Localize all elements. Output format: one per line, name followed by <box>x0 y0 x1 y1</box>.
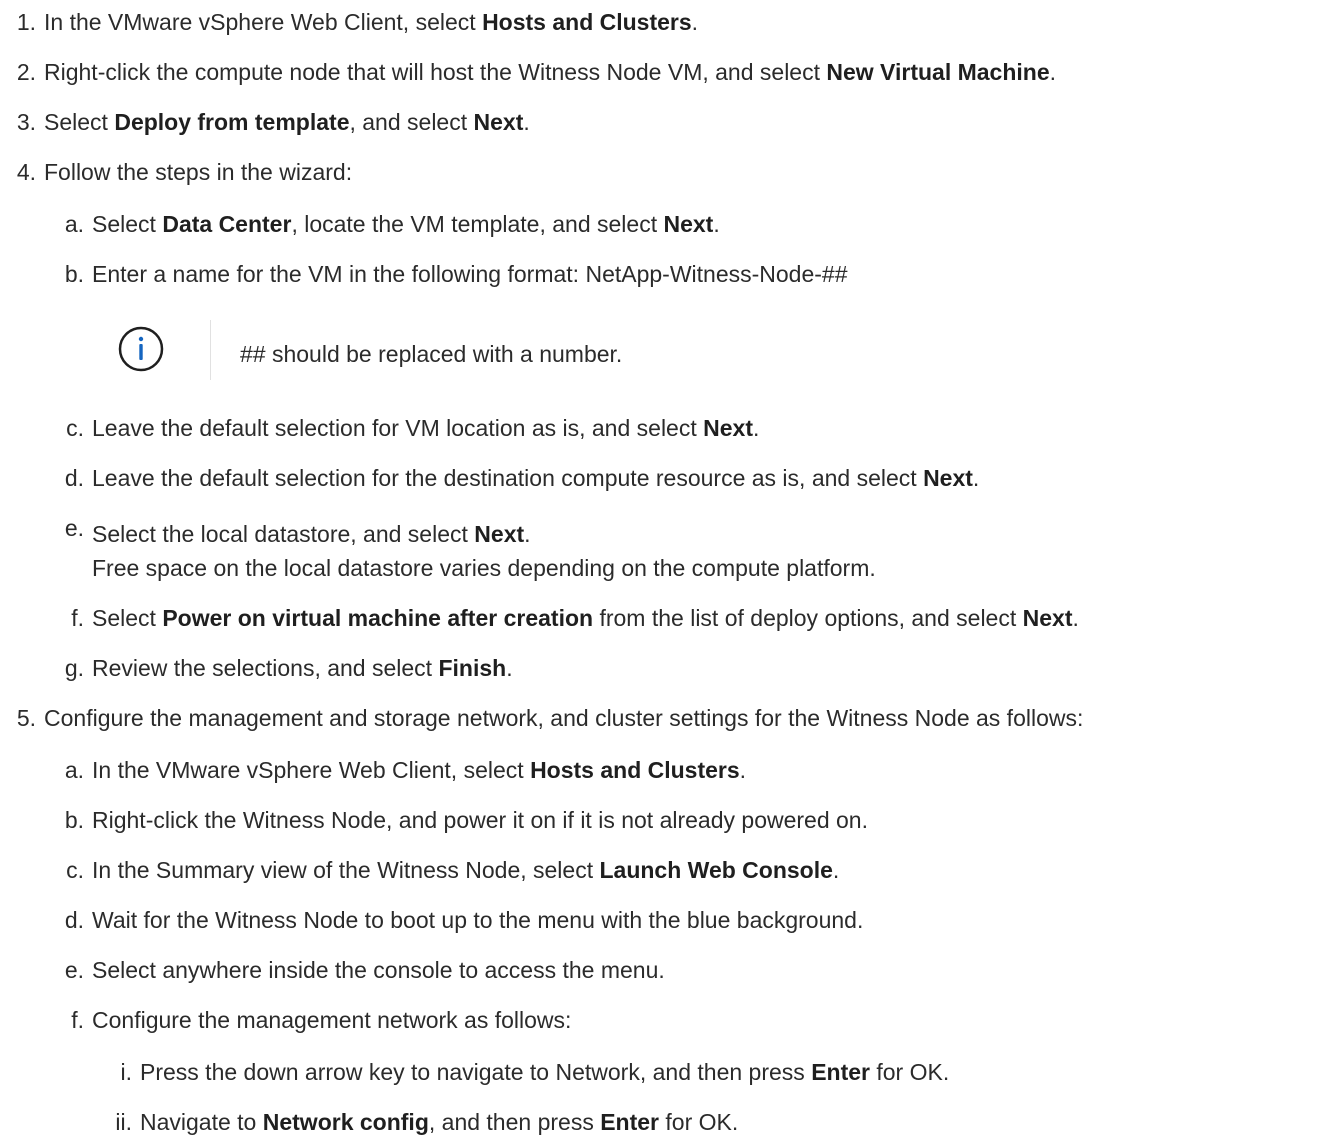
bold-term: Launch Web Console <box>599 857 833 883</box>
step-text: Select anywhere inside the console to ac… <box>92 955 665 985</box>
step-text: Leave the default selection for VM locat… <box>92 413 759 443</box>
step-text: Leave the default selection for the dest… <box>92 463 979 493</box>
text-run: . <box>739 757 747 783</box>
text-run: Leave the default selection for the dest… <box>92 465 924 491</box>
bold-term: New Virtual Machine <box>826 59 1050 85</box>
note-callout: ## should be replaced with a number. <box>118 320 818 382</box>
text-run: Select <box>92 211 163 237</box>
bold-term: Next <box>703 415 753 441</box>
step-number: f. <box>71 1007 84 1033</box>
bold-term: Enter <box>811 1059 870 1085</box>
text-run: for OK. <box>869 1059 950 1085</box>
bold-term: Hosts and Clusters <box>482 9 692 35</box>
step-number: ii. <box>115 1109 132 1135</box>
step-number: 5. <box>16 705 36 731</box>
text-run: . <box>1072 605 1079 631</box>
step-text: Select Deploy from template, and select … <box>44 107 530 137</box>
text-run: . <box>832 857 840 883</box>
info-icon <box>118 326 164 372</box>
step-number: c. <box>66 857 84 883</box>
text-run: . <box>972 465 980 491</box>
step-text: Right-click the Witness Node, and power … <box>92 805 868 835</box>
step-text: Select Data Center, locate the VM templa… <box>92 209 720 239</box>
step-text: Configure the management network as foll… <box>92 1005 571 1035</box>
step-number: g. <box>64 655 84 681</box>
step-number: c. <box>66 415 84 441</box>
text-run: Select the local datastore, and select <box>92 521 475 547</box>
text-run: , locate the VM template, and select <box>291 211 664 237</box>
step-number: b. <box>64 261 84 287</box>
step-number: i. <box>120 1059 133 1085</box>
step-text: Enter a name for the VM in the following… <box>92 259 848 289</box>
text-run: . <box>713 211 720 237</box>
text-run: Press the down arrow key to navigate to … <box>140 1059 812 1085</box>
text-run: Follow the steps in the wizard: <box>44 159 353 185</box>
step-text: Review the selections, and select Finish… <box>92 653 513 683</box>
text-run: . <box>523 109 530 135</box>
text-run: , and then press <box>428 1109 601 1135</box>
text-run: . <box>753 415 760 441</box>
text-run: Select anywhere inside the console to ac… <box>92 957 665 983</box>
step-text: Select Power on virtual machine after cr… <box>92 603 1079 633</box>
text-run: . <box>691 9 699 35</box>
text-run: . <box>524 521 531 547</box>
bold-term: Hosts and Clusters <box>530 757 740 783</box>
bold-term: Next <box>923 465 973 491</box>
text-run: . <box>1049 59 1057 85</box>
step-text: Follow the steps in the wizard: <box>44 157 352 187</box>
text-run: Leave the default selection for VM locat… <box>92 415 704 441</box>
note-divider <box>210 320 211 380</box>
text-run: from the list of deploy options, and sel… <box>593 605 1023 631</box>
text-run: Configure the management and storage net… <box>44 705 1084 731</box>
step-number: f. <box>71 605 84 631</box>
text-run: Wait for the Witness Node to boot up to … <box>92 907 864 933</box>
text-run: . <box>506 655 513 681</box>
step-text: In the VMware vSphere Web Client, select… <box>44 7 698 37</box>
text-run: Select <box>92 605 163 631</box>
substep-4e-continuation: Free space on the local datastore varies… <box>92 555 876 581</box>
text-run: for OK. <box>659 1109 739 1135</box>
step-number: 4. <box>16 159 36 185</box>
bold-term: Next <box>473 109 524 135</box>
text-run: Select <box>44 109 115 135</box>
text-run: In the VMware vSphere Web Client, select <box>92 757 531 783</box>
bold-term: Network config <box>262 1109 429 1135</box>
step-number: 3. <box>16 109 36 135</box>
text-run: Enter a name for the VM in the following… <box>92 261 848 287</box>
step-number: d. <box>64 465 84 491</box>
bold-term: Next <box>1022 605 1073 631</box>
step-number: b. <box>64 807 84 833</box>
step-number: e. <box>64 957 84 983</box>
step-text: Navigate to Network config, and then pre… <box>140 1107 738 1137</box>
text-run: Right-click the Witness Node, and power … <box>92 807 868 833</box>
text-run: Navigate to <box>140 1109 263 1135</box>
text-run: In the Summary view of the Witness Node,… <box>92 857 600 883</box>
step-text: Press the down arrow key to navigate to … <box>140 1057 949 1087</box>
text-run: , and select <box>349 109 474 135</box>
text-run: Review the selections, and select <box>92 655 439 681</box>
text-run: In the VMware vSphere Web Client, select <box>44 9 483 35</box>
bold-term: Finish <box>438 655 507 681</box>
step-text: In the Summary view of the Witness Node,… <box>92 855 839 885</box>
bold-term: Power on virtual machine after creation <box>162 605 594 631</box>
bold-term: Data Center <box>162 211 292 237</box>
bold-term: Next <box>663 211 714 237</box>
bold-term: Deploy from template <box>114 109 350 135</box>
step-text: In the VMware vSphere Web Client, select… <box>92 755 746 785</box>
step-text: Select the local datastore, and select N… <box>92 519 531 549</box>
text-run: Configure the management network as foll… <box>92 1007 572 1033</box>
step-number: d. <box>64 907 84 933</box>
step-number: a. <box>64 211 84 237</box>
step-text: Right-click the compute node that will h… <box>44 57 1056 87</box>
step-number: 2. <box>16 59 36 85</box>
bold-term: Enter <box>600 1109 660 1135</box>
text-run: Right-click the compute node that will h… <box>44 59 827 85</box>
step-text: Configure the management and storage net… <box>44 703 1083 733</box>
step-number: a. <box>64 757 84 783</box>
bold-term: Next <box>474 521 525 547</box>
step-text: Wait for the Witness Node to boot up to … <box>92 905 863 935</box>
step-number: e. <box>64 515 84 541</box>
step-number: 1. <box>16 9 36 35</box>
note-text: ## should be replaced with a number. <box>240 341 623 367</box>
